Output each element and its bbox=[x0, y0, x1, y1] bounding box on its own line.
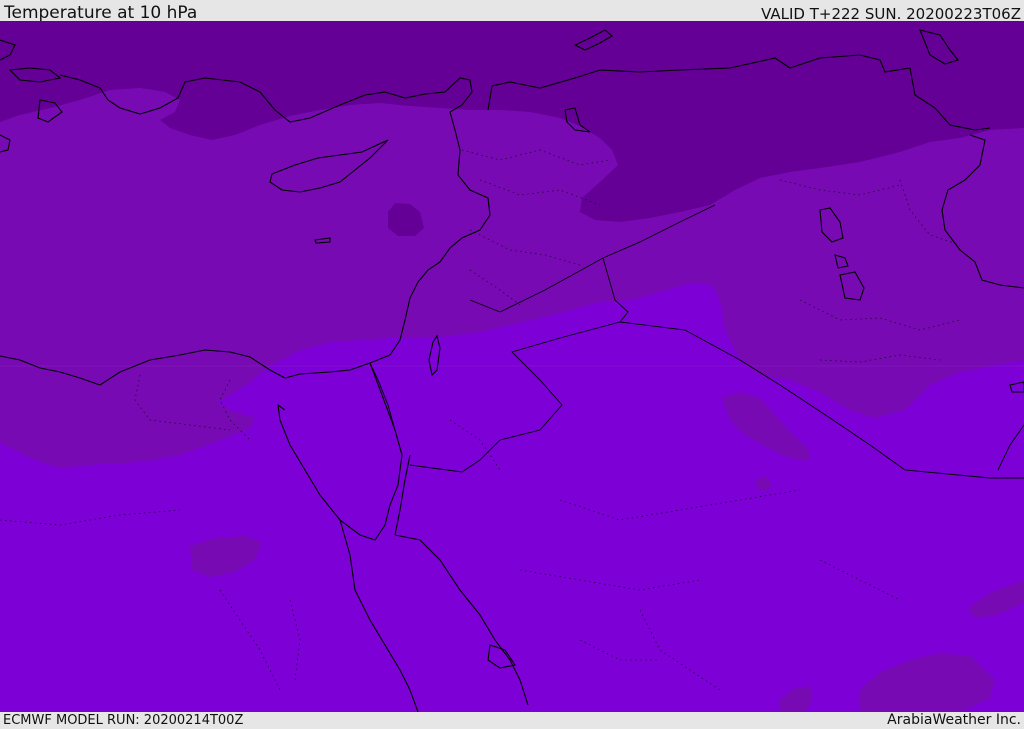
map-title: Temperature at 10 hPa bbox=[4, 3, 198, 23]
map-canvas bbox=[0, 21, 1024, 712]
footer-bar: ECMWF MODEL RUN: 20200214T00Z ArabiaWeat… bbox=[0, 712, 1024, 729]
temperature-map[interactable] bbox=[0, 21, 1024, 712]
credit-label: ArabiaWeather Inc. bbox=[887, 712, 1021, 728]
header-bar: Temperature at 10 hPa VALID T+222 SUN. 2… bbox=[0, 0, 1024, 23]
model-run-label: ECMWF MODEL RUN: 20200214T00Z bbox=[3, 713, 244, 728]
